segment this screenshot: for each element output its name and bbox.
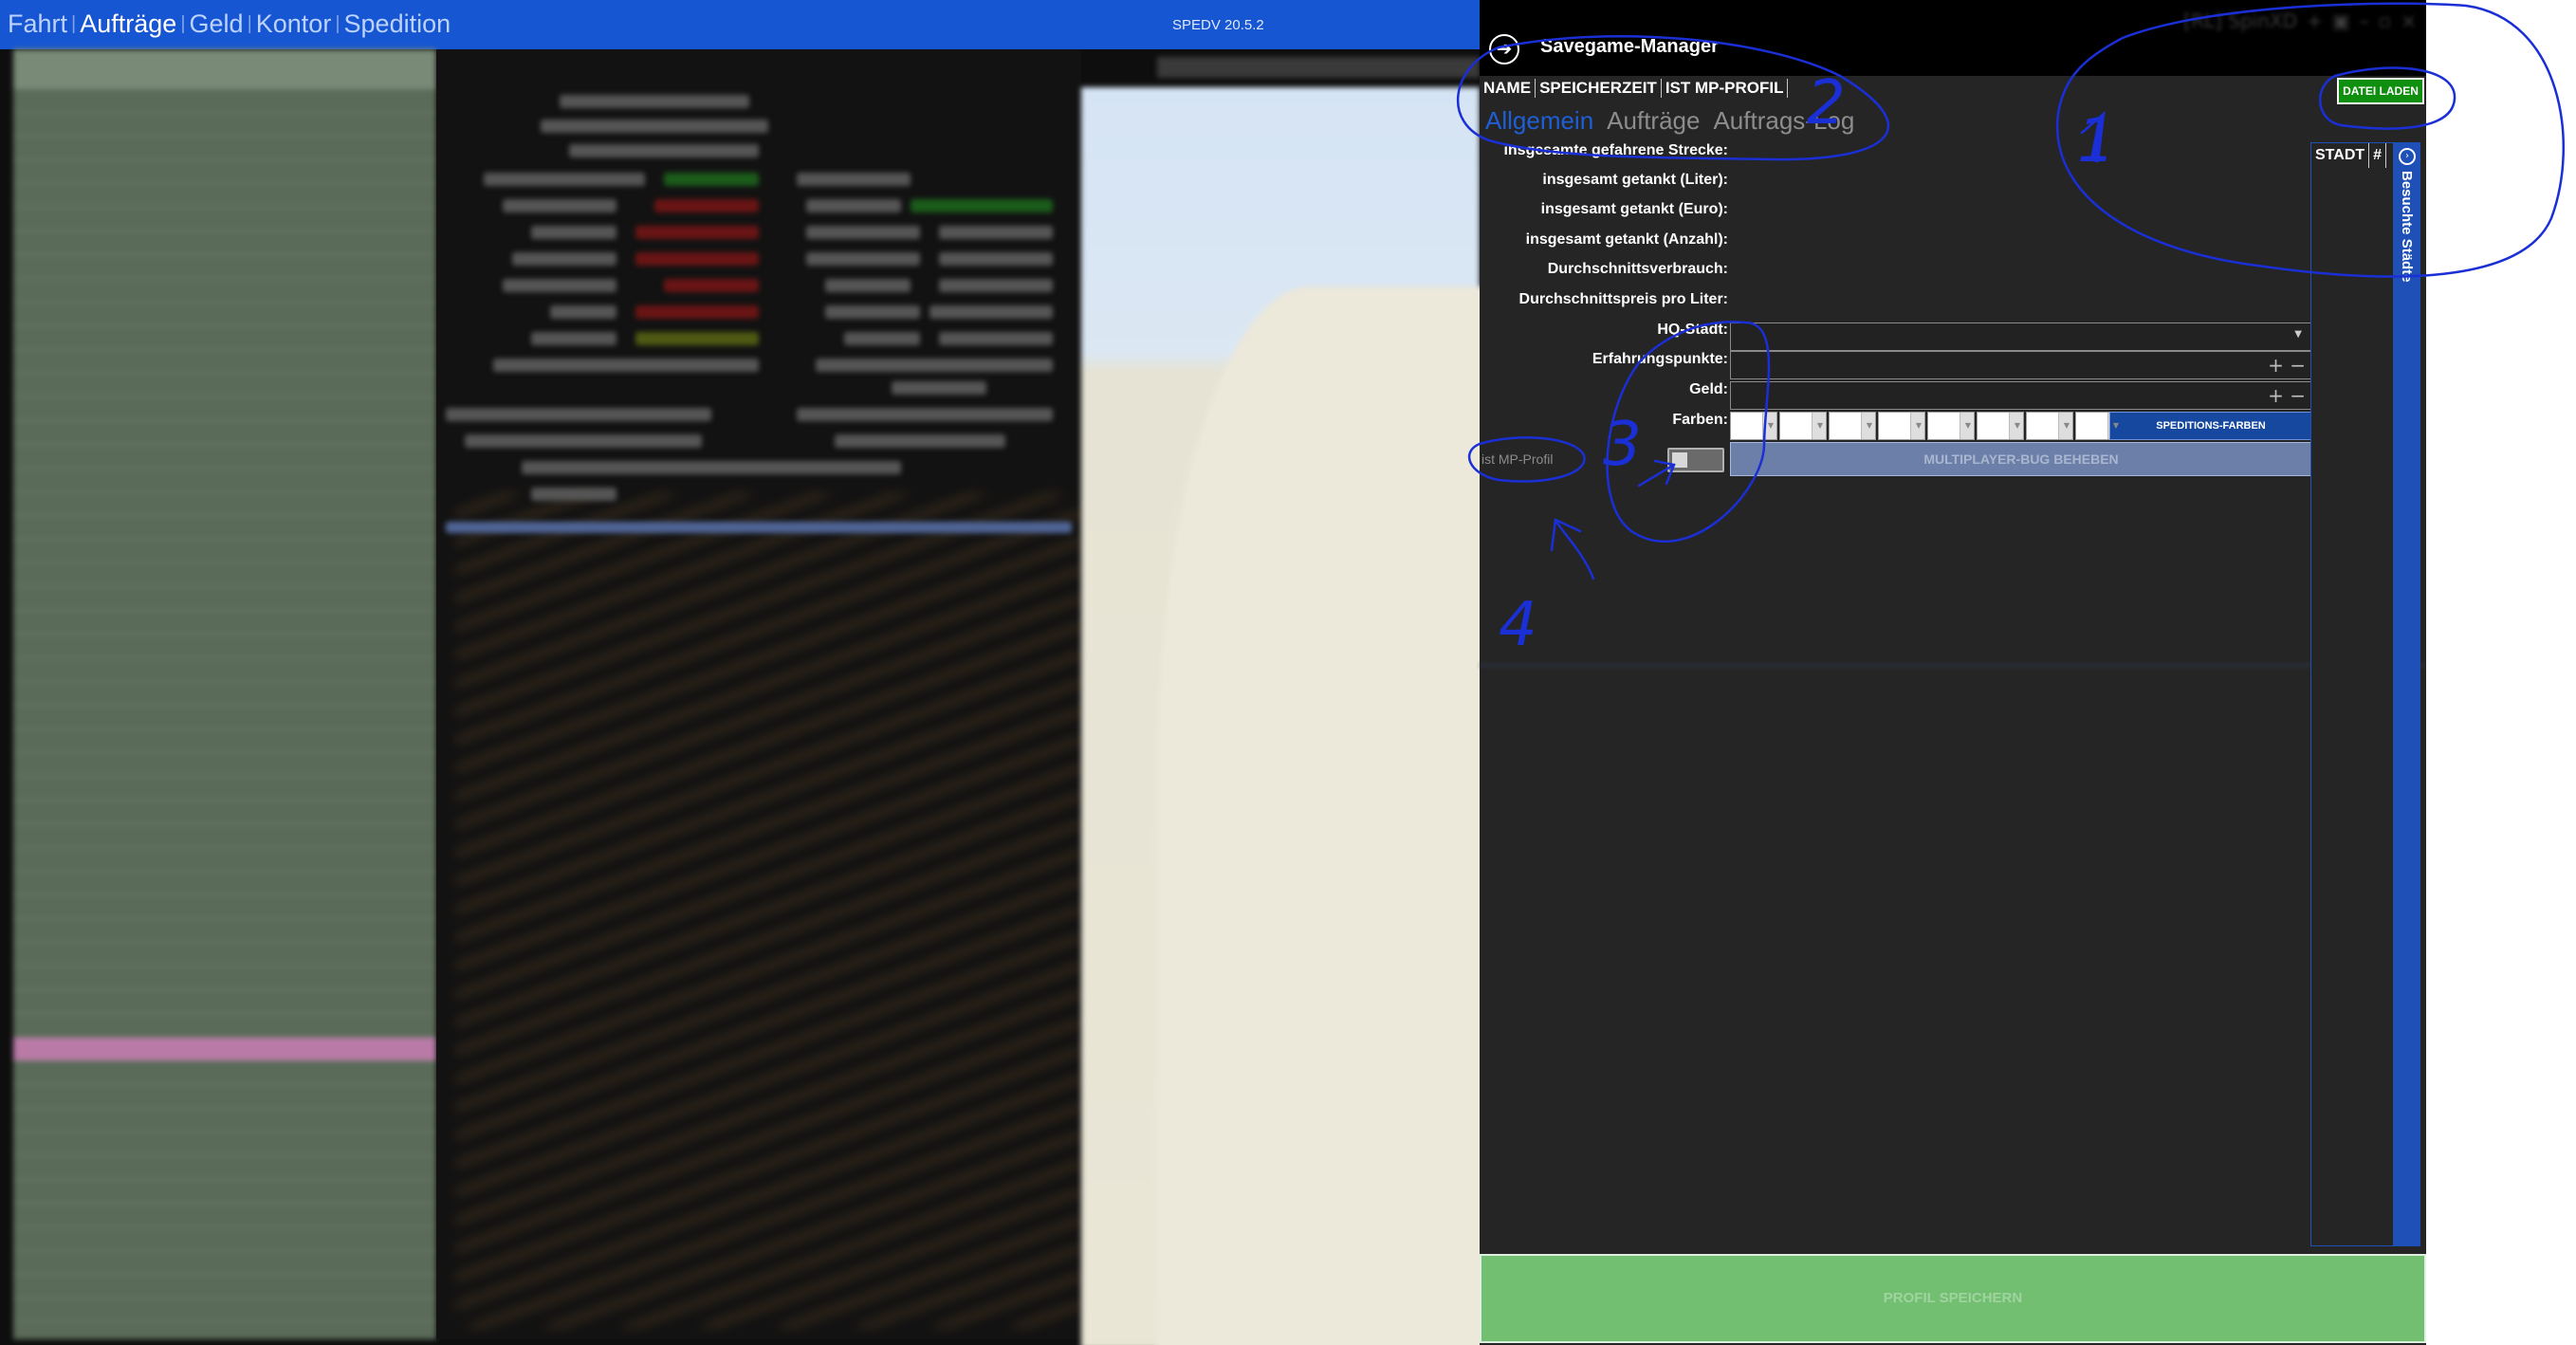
window-controls: [RL] SpinXD + ▣ – ▫ × bbox=[2183, 9, 2417, 32]
close-icon[interactable]: × bbox=[2401, 9, 2417, 32]
color-picker[interactable]: ▼ bbox=[1927, 412, 1975, 440]
blurred-job-list bbox=[13, 49, 436, 1339]
blurred-map bbox=[1081, 87, 1499, 1345]
maximize-icon[interactable]: ▫ bbox=[2379, 9, 2392, 32]
user-name: [RL] SpinXD bbox=[2183, 9, 2297, 32]
label-strecke: insgesamte gefahrene Strecke: bbox=[1503, 142, 1728, 158]
title-bar: Fahrt | Aufträge | Geld | Kontor | Spedi… bbox=[0, 0, 1480, 49]
mp-profile-toggle[interactable] bbox=[1667, 448, 1724, 472]
money-stepper[interactable]: + − bbox=[1730, 381, 2312, 410]
xp-stepper[interactable]: + − bbox=[1730, 351, 2312, 379]
panel-icon[interactable]: ▣ bbox=[2332, 9, 2350, 32]
label-preis: Durchschnittspreis pro Liter: bbox=[1518, 291, 1728, 307]
company-colors-button[interactable]: SPEDITIONS-FARBEN bbox=[2109, 412, 2312, 440]
panel-header: ➔ Savegame-Manager [RL] SpinXD + ▣ – ▫ × bbox=[1480, 0, 2426, 76]
nav-kontor[interactable]: Kontor bbox=[252, 9, 336, 39]
label-verbrauch: Durchschnittsverbrauch: bbox=[1547, 261, 1728, 277]
app-window: Fahrt | Aufträge | Geld | Kontor | Spedi… bbox=[0, 0, 2426, 1345]
label-euro: insgesamt getankt (Euro): bbox=[1540, 201, 1728, 217]
color-picker[interactable]: ▼ bbox=[1977, 412, 2024, 440]
label-geld: Geld: bbox=[1689, 381, 1728, 397]
fix-multiplayer-bug-button[interactable]: MULTIPLAYER-BUG BEHEBEN bbox=[1730, 442, 2312, 476]
blurred-route-line bbox=[1480, 664, 2426, 667]
column-mp-profil[interactable]: IST MP-PROFIL bbox=[1662, 79, 1789, 98]
app-version: SPEDV 20.5.2 bbox=[1172, 17, 1264, 33]
visited-cities-list: STADT # bbox=[2310, 142, 2394, 1246]
save-profile-button[interactable]: PROFIL SPEICHERN bbox=[1480, 1254, 2426, 1343]
chevron-down-icon: ▼ bbox=[2294, 329, 2302, 340]
visited-cities-tab[interactable]: › Besuchte Städte bbox=[2394, 142, 2420, 1246]
back-arrow-icon[interactable]: ➔ bbox=[1489, 34, 1519, 64]
nav-auftraege[interactable]: Aufträge bbox=[76, 9, 180, 39]
savegame-columns: NAME SPEICHERZEIT IST MP-PROFIL bbox=[1480, 76, 1789, 101]
color-picker[interactable]: ▼ bbox=[1829, 412, 1876, 440]
color-picker[interactable]: ▼ bbox=[1779, 412, 1827, 440]
toggle-knob bbox=[1672, 452, 1687, 468]
label-farben: Farben: bbox=[1672, 412, 1728, 428]
load-file-button[interactable]: DATEI LADEN bbox=[2337, 78, 2424, 104]
label-anzahl: insgesamt getankt (Anzahl): bbox=[1525, 231, 1728, 248]
tab-allgemein[interactable]: Allgemein bbox=[1485, 106, 1593, 136]
panel-title: Savegame-Manager bbox=[1540, 36, 1719, 57]
main-nav: Fahrt | Aufträge | Geld | Kontor | Spedi… bbox=[4, 9, 454, 39]
color-picker[interactable]: ▼ bbox=[2026, 412, 2073, 440]
savegame-manager-panel: ➔ Savegame-Manager [RL] SpinXD + ▣ – ▫ ×… bbox=[1480, 0, 2426, 1345]
visited-cities-tab-label: Besuchte Städte bbox=[2399, 171, 2415, 283]
column-speicherzeit[interactable]: SPEICHERZEIT bbox=[1536, 79, 1662, 98]
nav-spedition[interactable]: Spedition bbox=[340, 9, 455, 39]
plus-minus-icon[interactable]: + − bbox=[2268, 384, 2306, 407]
nav-geld[interactable]: Geld bbox=[186, 9, 248, 39]
tab-bar: Allgemein Aufträge Auftrags-Log bbox=[1485, 106, 1854, 136]
minimize-icon[interactable]: – bbox=[2360, 9, 2369, 32]
nav-fahrt[interactable]: Fahrt bbox=[4, 9, 71, 39]
mp-profile-label: ist MP-Profil bbox=[1481, 451, 1554, 467]
label-liter: insgesamt getankt (Liter): bbox=[1542, 172, 1728, 188]
add-icon[interactable]: + bbox=[2307, 9, 2323, 32]
hq-city-select[interactable]: ▼ bbox=[1730, 322, 2312, 351]
label-erfahrung: Erfahrungspunkte: bbox=[1592, 351, 1728, 367]
plus-minus-icon[interactable]: + − bbox=[2268, 354, 2306, 377]
chevron-right-icon[interactable]: › bbox=[2399, 148, 2416, 165]
label-hq: HQ-Stadt: bbox=[1657, 322, 1728, 338]
blurred-map-title bbox=[1157, 57, 1480, 78]
column-count[interactable]: # bbox=[2369, 143, 2387, 168]
blurred-decoration bbox=[455, 493, 1081, 1328]
tab-auftrags-log[interactable]: Auftrags-Log bbox=[1713, 106, 1854, 136]
color-picker[interactable]: ▼ bbox=[1878, 412, 1925, 440]
color-pickers: ▼ ▼ ▼ ▼ ▼ ▼ ▼ ▼ bbox=[1730, 412, 2123, 440]
blurred-stats bbox=[446, 85, 1072, 541]
tab-auftraege[interactable]: Aufträge bbox=[1607, 106, 1700, 136]
column-stadt[interactable]: STADT bbox=[2311, 143, 2370, 168]
color-picker[interactable]: ▼ bbox=[1730, 412, 1777, 440]
cities-header: STADT # bbox=[2311, 143, 2387, 168]
column-name[interactable]: NAME bbox=[1480, 79, 1536, 98]
